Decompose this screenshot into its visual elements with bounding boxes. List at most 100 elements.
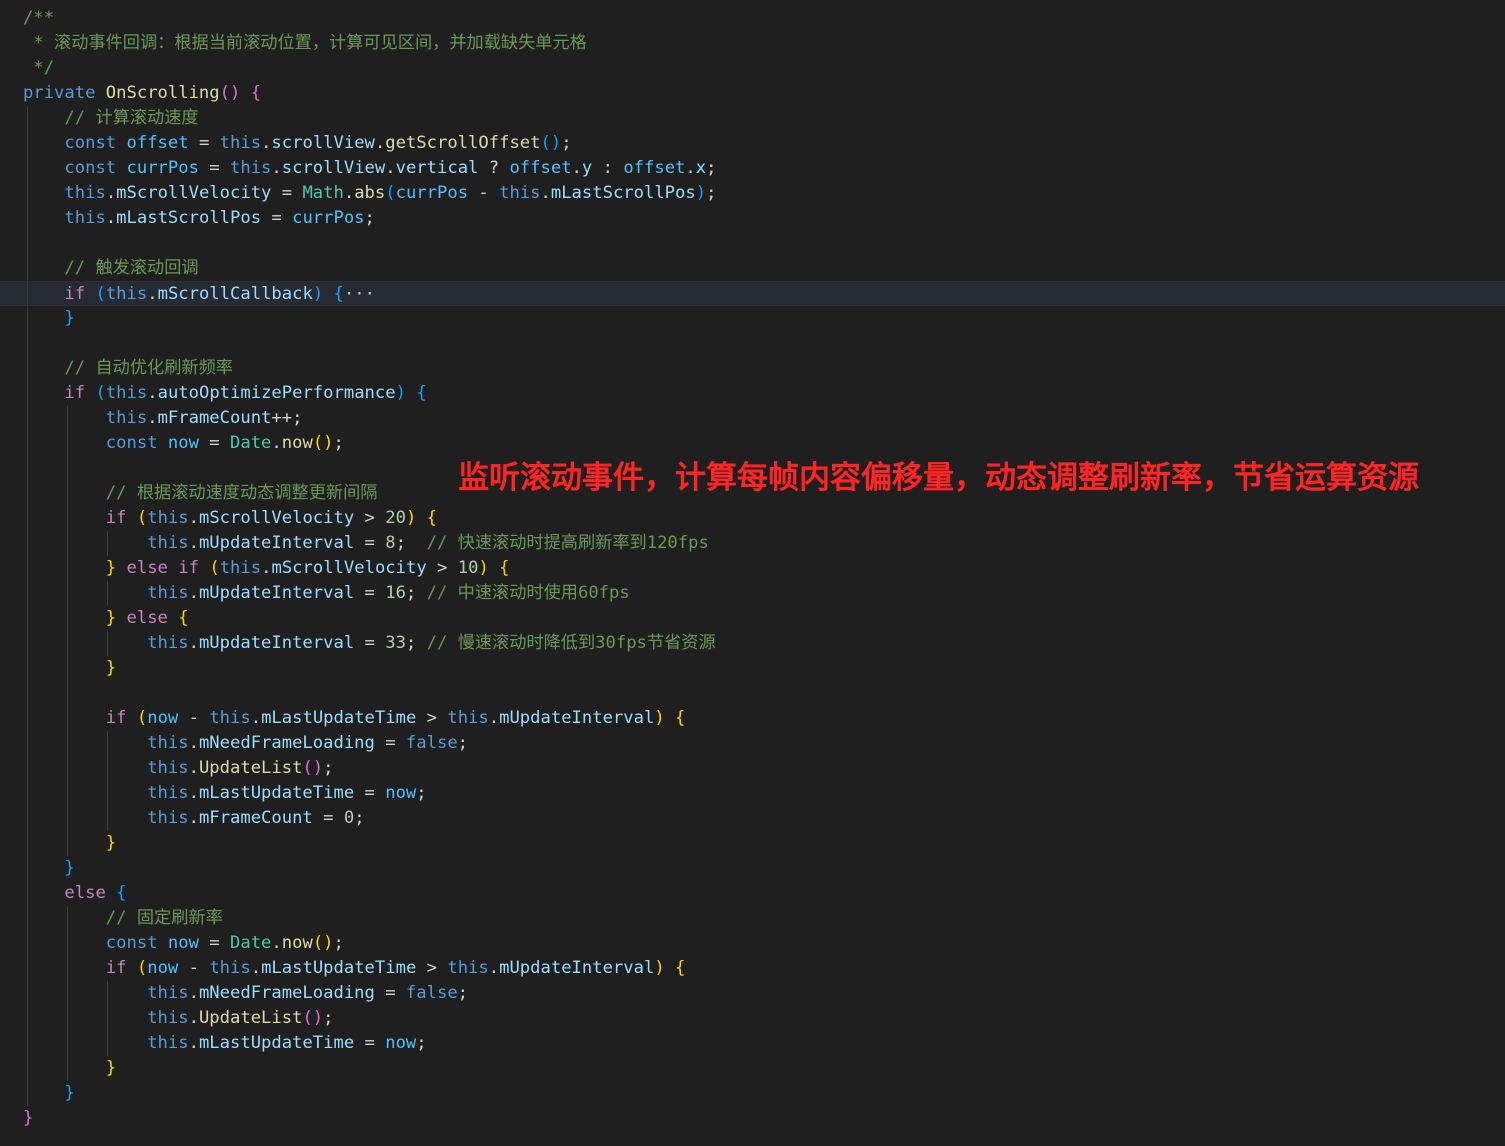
- code-text: }: [23, 306, 74, 331]
- code-token: const: [105, 933, 158, 953]
- code-line[interactable]: this.mLastUpdateTime = now;: [0, 781, 1505, 806]
- code-line[interactable]: }: [0, 856, 1505, 881]
- code-line[interactable]: this.UpdateList();: [0, 756, 1505, 781]
- code-line[interactable]: this.mLastUpdateTime = now;: [0, 1031, 1505, 1056]
- code-line[interactable]: if (this.mScrollVelocity > 20) {: [0, 506, 1505, 531]
- code-token: this: [219, 133, 262, 153]
- code-text: } else if (this.mScrollVelocity > 10) {: [23, 556, 510, 581]
- code-token: mLastUpdateTime: [198, 783, 355, 803]
- code-line[interactable]: // 触发滚动回调: [0, 256, 1505, 281]
- code-line[interactable]: if (now - this.mLastUpdateTime > this.mU…: [0, 706, 1505, 731]
- code-line[interactable]: } else if (this.mScrollVelocity > 10) {: [0, 556, 1505, 581]
- code-line[interactable]: const now = Date.now();: [0, 931, 1505, 956]
- code-line[interactable]: this.UpdateList();: [0, 1006, 1505, 1031]
- code-line[interactable]: this.mUpdateInterval = 16; // 中速滚动时使用60f…: [0, 581, 1505, 606]
- code-token: ): [695, 183, 707, 203]
- code-token: =: [374, 733, 406, 753]
- code-editor[interactable]: /** * 滚动事件回调：根据当前滚动位置，计算可见区间，并加载缺失单元格 */…: [0, 0, 1505, 1146]
- code-token: else: [126, 608, 168, 628]
- code-line[interactable]: private OnScrolling() {: [0, 81, 1505, 106]
- code-line[interactable]: }: [0, 831, 1505, 856]
- code-line[interactable]: // 固定刷新率: [0, 906, 1505, 931]
- code-token: this: [447, 708, 489, 728]
- code-token: autoOptimizePerformance: [157, 383, 396, 403]
- code-line[interactable]: this.mFrameCount++;: [0, 406, 1505, 431]
- code-token: this: [64, 183, 106, 203]
- code-text: if (this.autoOptimizePerformance) {: [23, 381, 426, 406]
- code-text: const currPos = this.scrollView.vertical…: [23, 156, 716, 181]
- code-line[interactable]: }: [0, 1106, 1505, 1131]
- code-token: now: [167, 433, 199, 453]
- code-line[interactable]: const currPos = this.scrollView.vertical…: [0, 156, 1505, 181]
- code-token: this: [499, 183, 541, 203]
- code-token: .: [188, 533, 199, 553]
- code-token: (: [136, 708, 148, 728]
- code-token: ;: [333, 433, 344, 453]
- code-token: this: [147, 733, 189, 753]
- code-text: if (this.mScrollCallback) {···: [23, 282, 375, 307]
- code-token: ;: [323, 1008, 334, 1028]
- code-line[interactable]: [0, 681, 1505, 706]
- code-line[interactable]: }: [0, 1056, 1505, 1081]
- code-line[interactable]: this.mUpdateInterval = 33; // 慢速滚动时降低到30…: [0, 631, 1505, 656]
- code-line[interactable]: }: [0, 1081, 1505, 1106]
- code-token: this: [147, 808, 189, 828]
- code-line[interactable]: if (this.mScrollCallback) {···: [0, 281, 1505, 307]
- code-line[interactable]: * 滚动事件回调：根据当前滚动位置，计算可见区间，并加载缺失单元格: [0, 31, 1505, 56]
- code-line[interactable]: */: [0, 56, 1505, 81]
- code-line[interactable]: // 自动优化刷新频率: [0, 356, 1505, 381]
- code-token: // 快速滚动时提高刷新率到120fps: [426, 533, 709, 553]
- code-text: if (this.mScrollVelocity > 20) {: [23, 506, 437, 531]
- code-line[interactable]: [0, 231, 1505, 256]
- code-line[interactable]: else {: [0, 881, 1505, 906]
- fold-ellipsis-icon[interactable]: ···: [344, 284, 375, 304]
- code-line[interactable]: if (this.autoOptimizePerformance) {: [0, 381, 1505, 406]
- code-text: this.UpdateList();: [23, 1006, 334, 1031]
- code-line[interactable]: // 计算滚动速度: [0, 106, 1505, 131]
- code-line[interactable]: }: [0, 306, 1505, 331]
- code-line[interactable]: }: [0, 656, 1505, 681]
- code-line[interactable]: this.mLastScrollPos = currPos;: [0, 206, 1505, 231]
- code-line[interactable]: this.mFrameCount = 0;: [0, 806, 1505, 831]
- code-token: ;: [457, 983, 469, 1003]
- code-token: false: [405, 733, 458, 753]
- code-line[interactable]: this.mNeedFrameLoading = false;: [0, 981, 1505, 1006]
- code-line[interactable]: } else {: [0, 606, 1505, 631]
- code-token: (): [312, 933, 334, 953]
- code-token: const: [64, 133, 117, 153]
- code-text: this.mNeedFrameLoading = false;: [23, 981, 468, 1006]
- code-line[interactable]: [0, 331, 1505, 356]
- code-line[interactable]: const offset = this.scrollView.getScroll…: [0, 131, 1505, 156]
- code-line[interactable]: /**: [0, 6, 1505, 31]
- code-token: .: [188, 983, 199, 1003]
- code-line[interactable]: this.mScrollVelocity = Math.abs(currPos …: [0, 181, 1505, 206]
- code-token: .: [105, 183, 117, 203]
- code-token: }: [23, 1108, 34, 1128]
- code-token: ;: [364, 208, 375, 228]
- code-token: this: [147, 1033, 189, 1053]
- code-token: scrollView: [271, 133, 375, 153]
- code-token: .: [147, 408, 158, 428]
- code-line[interactable]: this.mNeedFrameLoading = false;: [0, 731, 1505, 756]
- code-line[interactable]: if (now - this.mLastUpdateTime > this.mU…: [0, 956, 1505, 981]
- code-line[interactable]: this.mUpdateInterval = 8; // 快速滚动时提高刷新率到…: [0, 531, 1505, 556]
- code-token: =: [354, 783, 386, 803]
